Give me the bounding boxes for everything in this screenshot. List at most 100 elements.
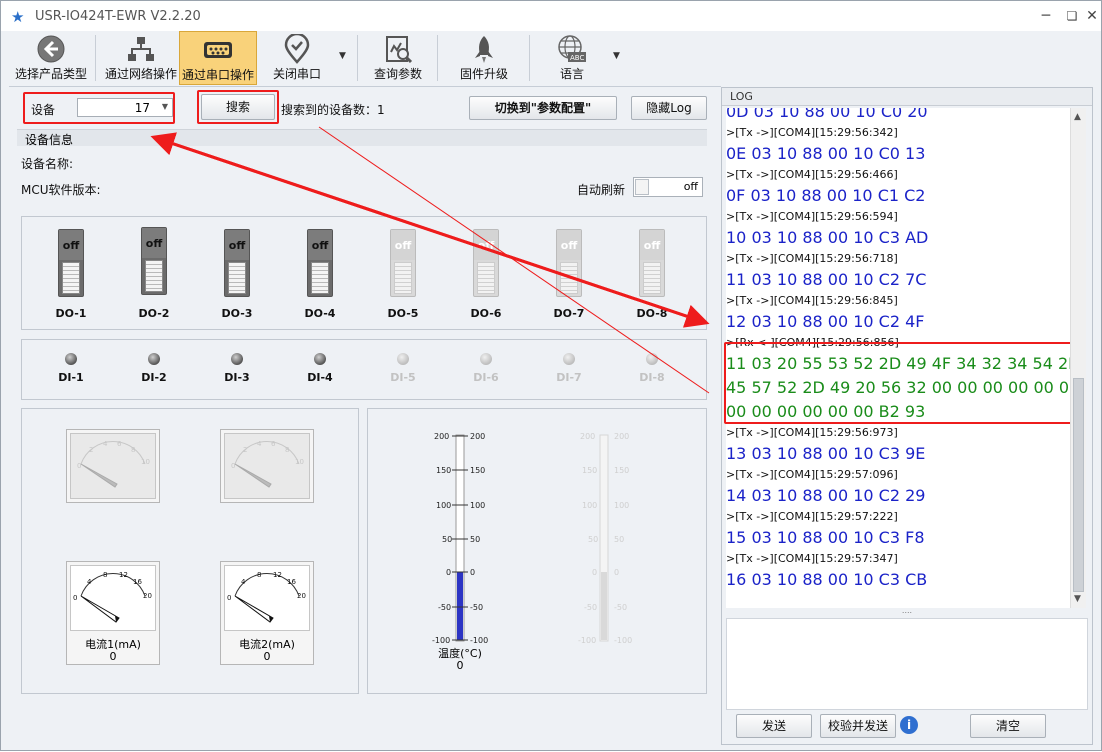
clear-button[interactable]: 清空 xyxy=(970,714,1046,738)
switch-state: off xyxy=(391,230,415,260)
do-1-switch[interactable]: off xyxy=(58,229,84,297)
switch-grip xyxy=(560,262,578,294)
info-icon[interactable]: i xyxy=(900,716,918,734)
gauge-tick: 8 xyxy=(285,446,289,454)
temp-tick-left: 200 xyxy=(434,432,449,441)
current-2-value: 0 xyxy=(263,650,271,663)
minimize-button[interactable]: ─ xyxy=(1035,6,1057,26)
hide-log-button[interactable]: 隐藏Log xyxy=(631,96,707,120)
temp-tick-right: 200 xyxy=(470,432,485,441)
rx-highlight-box xyxy=(724,342,1072,424)
do-3-switch[interactable]: off xyxy=(224,229,250,297)
temp-tick-right: 0 xyxy=(470,568,475,577)
di-7-label: DI-7 xyxy=(556,371,582,384)
temp-tick-right: 150 xyxy=(470,466,485,475)
toolbar-label: 通过网络操作 xyxy=(104,67,177,81)
back-arrow-icon xyxy=(9,31,93,65)
firmware-upgrade-button[interactable]: 固件升级 xyxy=(449,31,519,85)
do-2-switch[interactable]: off xyxy=(141,227,167,295)
log-line: >[Tx ->][COM4][15:29:56:594] xyxy=(726,210,898,223)
do-6-switch: off xyxy=(473,229,499,297)
scroll-up-icon[interactable]: ▲ xyxy=(1074,112,1081,122)
auto-refresh-toggle[interactable]: off xyxy=(633,177,703,197)
switch-state: off xyxy=(142,228,166,258)
log-line: 10 03 10 88 00 10 C3 AD xyxy=(726,228,929,247)
do-2-label: DO-2 xyxy=(138,307,170,320)
temperature-panel: 200 150 100 50 0 -50 -100 200 150 100 50… xyxy=(367,408,707,694)
scrollbar-thumb[interactable] xyxy=(1073,378,1084,592)
temp-tick-disabled: 200 xyxy=(614,432,629,441)
temp-tick-disabled: 50 xyxy=(614,535,624,544)
toolbar-label: 语言 xyxy=(559,67,584,81)
temp-tick-disabled: -50 xyxy=(614,603,627,612)
log-header: LOG xyxy=(722,88,1092,106)
send-button[interactable]: 发送 xyxy=(736,714,812,738)
send-input[interactable] xyxy=(726,618,1088,710)
do-5-switch: off xyxy=(390,229,416,297)
window-title: USR-IO424T-EWR V2.2.20 xyxy=(35,9,201,24)
log-line: >[Tx ->][COM4][15:29:56:342] xyxy=(726,126,898,139)
temp-tick-disabled: 0 xyxy=(614,568,619,577)
switch-state: off xyxy=(640,230,664,260)
language-button[interactable]: ABC 语言 xyxy=(541,31,603,85)
temp-tick-left: 100 xyxy=(436,501,451,510)
auto-refresh-label: 自动刷新 xyxy=(577,183,626,197)
current-1-value: 0 xyxy=(109,650,117,663)
log-line: 11 03 10 88 00 10 C2 7C xyxy=(726,270,927,289)
log-line: 14 03 10 88 00 10 C2 29 xyxy=(726,486,926,505)
di-1-label: DI-1 xyxy=(58,371,84,384)
temp-tick-right: 100 xyxy=(470,501,485,510)
gauge-tick: 12 xyxy=(273,571,282,579)
device-info-header: 设备信息 xyxy=(17,129,707,147)
temp-tick-disabled: 50 xyxy=(588,535,598,544)
di-4-indicator xyxy=(314,353,326,365)
select-product-type-button[interactable]: 选择产品类型 xyxy=(9,31,93,85)
checksum-send-button[interactable]: 校验并发送 xyxy=(820,714,896,738)
search-button[interactable]: 搜索 xyxy=(201,94,275,120)
scroll-down-icon[interactable]: ▼ xyxy=(1074,594,1081,604)
gauge-tick: 4 xyxy=(257,440,262,448)
di-7-indicator xyxy=(563,353,575,365)
gauge-tick: 8 xyxy=(103,571,107,579)
network-icon xyxy=(99,31,183,65)
device-value: 17 xyxy=(134,101,150,115)
serial-operation-button[interactable]: 通过串口操作 xyxy=(179,31,257,85)
rocket-icon xyxy=(449,31,519,65)
temp-tick-right: 50 xyxy=(470,535,480,544)
restore-button[interactable]: ❏ xyxy=(1061,6,1083,26)
chevron-down-icon[interactable]: ▼ xyxy=(613,51,620,61)
toolbar-divider xyxy=(357,35,358,81)
switch-grip xyxy=(145,260,163,292)
gauge-tick: 6 xyxy=(117,440,122,448)
switch-state: off xyxy=(474,230,498,260)
current-1-gauge: 0 4 8 12 16 20 电流1(mA) 0 xyxy=(66,561,160,665)
log-line: >[Tx ->][COM4][15:29:57:096] xyxy=(726,468,898,481)
gauge-tick: 0 xyxy=(231,462,235,470)
gauge-tick: 10 xyxy=(141,458,150,466)
temp-tick-right: -50 xyxy=(470,603,483,612)
close-button[interactable]: ✕ xyxy=(1081,6,1102,26)
log-line: >[Tx ->][COM4][15:29:57:347] xyxy=(726,552,898,565)
di-5-indicator xyxy=(397,353,409,365)
close-serial-button[interactable]: 关闭串口 xyxy=(261,31,333,85)
log-line: 12 03 10 88 00 10 C2 4F xyxy=(726,312,925,331)
di-3-indicator xyxy=(231,353,243,365)
chevron-down-icon[interactable]: ▼ xyxy=(162,102,168,111)
network-operation-button[interactable]: 通过网络操作 xyxy=(99,31,183,85)
auto-refresh-state: off xyxy=(683,180,698,193)
chevron-down-icon[interactable]: ▼ xyxy=(339,51,346,61)
do-4-switch[interactable]: off xyxy=(307,229,333,297)
gauge-tick: 6 xyxy=(271,440,276,448)
gauge-tick: 2 xyxy=(89,446,93,454)
di-5-label: DI-5 xyxy=(390,371,416,384)
device-label: 设备 xyxy=(31,103,56,117)
switch-to-config-button[interactable]: 切换到"参数配置" xyxy=(469,96,617,120)
location-check-icon xyxy=(261,31,333,65)
device-select[interactable]: 17 ▼ xyxy=(77,98,173,117)
toolbar-label: 通过串口操作 xyxy=(181,68,254,82)
analog-gauges-panel: 0 2 4 6 8 10 0 2 4 6 8 10 0 4 8 12 16 20… xyxy=(21,408,359,694)
query-parameters-button[interactable]: 查询参数 xyxy=(365,31,431,85)
log-scrollbar[interactable]: ▲ ▼ xyxy=(1070,108,1086,608)
do-3-label: DO-3 xyxy=(221,307,253,320)
log-splitter[interactable]: .... xyxy=(722,607,1092,616)
